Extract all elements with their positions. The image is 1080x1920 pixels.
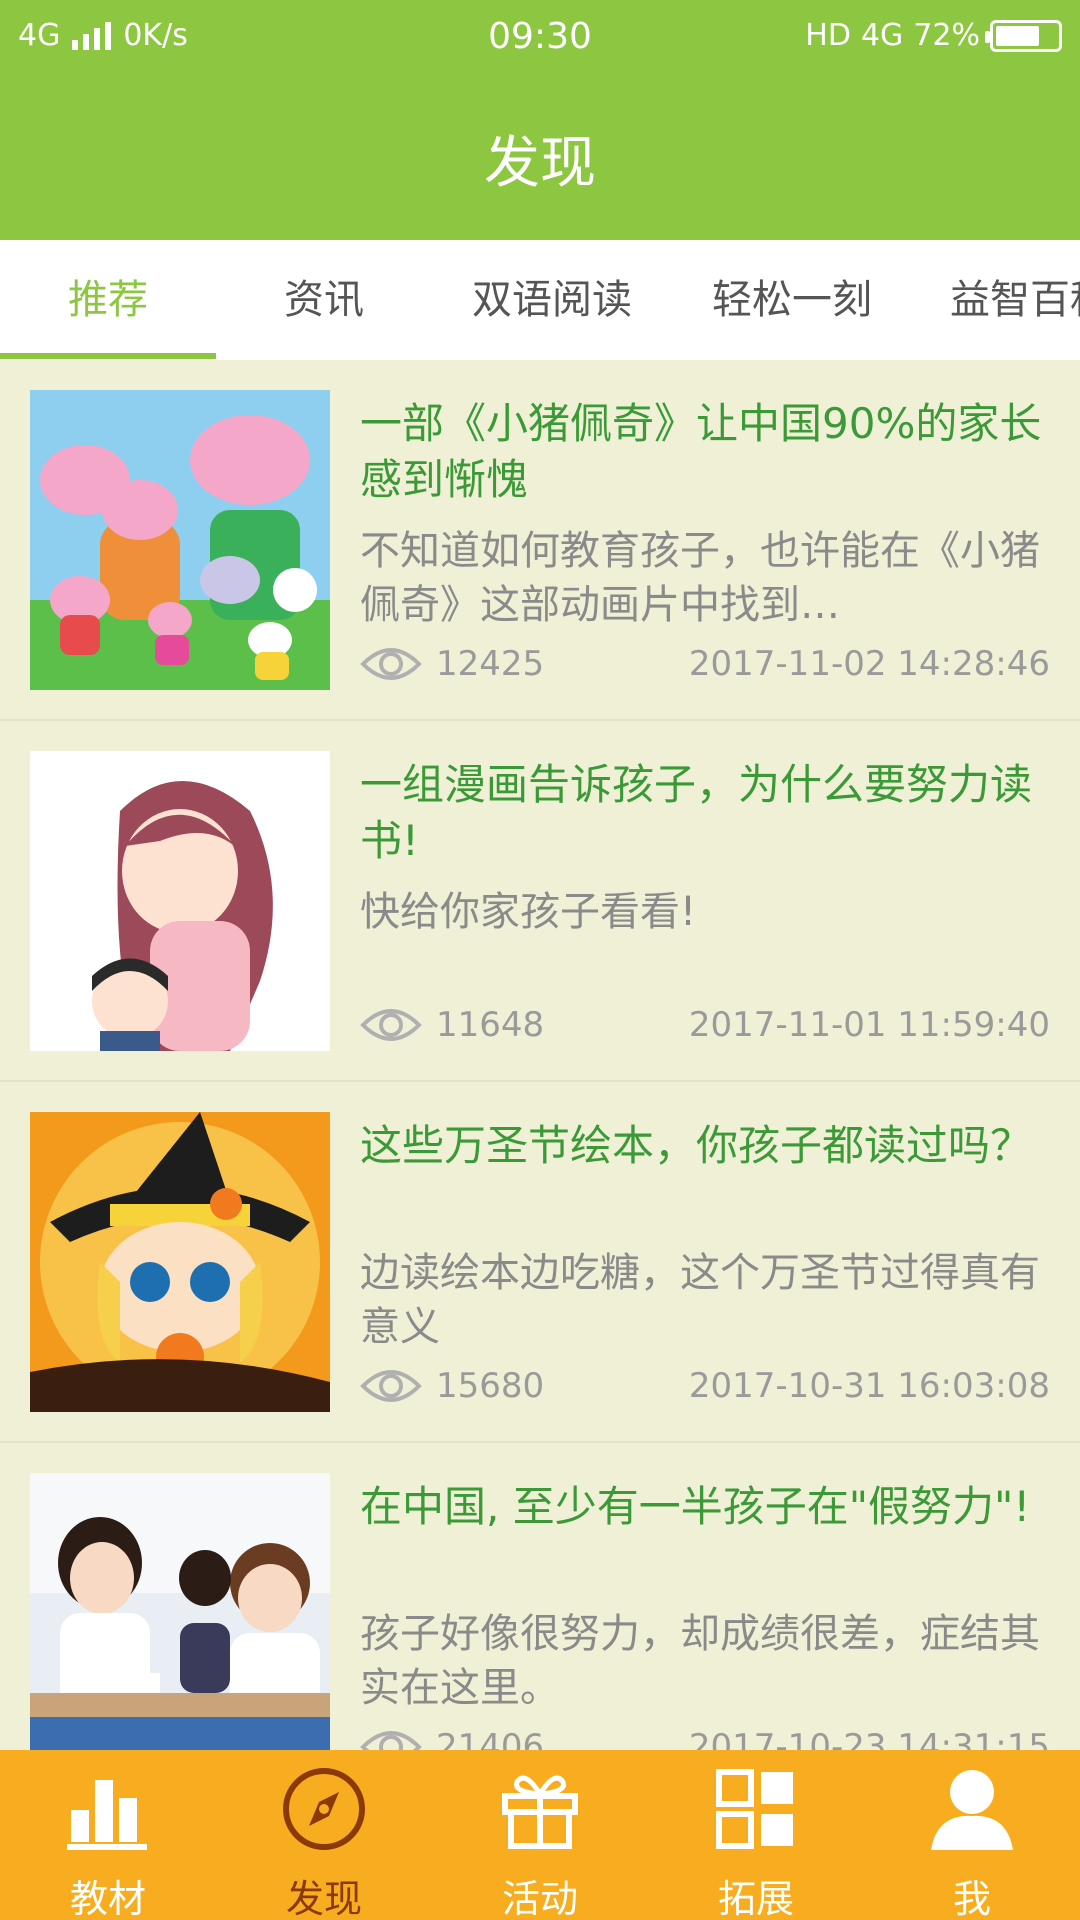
bar-chart-icon: [67, 1780, 147, 1850]
tab-news[interactable]: 资讯: [216, 240, 432, 360]
nav-extension[interactable]: 拓展: [648, 1750, 864, 1920]
article-summary: 孩子好像很努力，却成绩很差，症结其实在这里。: [360, 1611, 1040, 1711]
grid-icon: [716, 1769, 793, 1849]
publish-date: 2017-10-31 16:03:08: [688, 1366, 1050, 1406]
article-summary: 不知道如何教育孩子，也许能在《小猪佩奇》这部动画片中找到…: [360, 528, 1040, 628]
tab-encyclopedia[interactable]: 益智百科: [912, 240, 1080, 360]
article-summary: 边读绘本边吃糖，这个万圣节过得真有意义: [360, 1250, 1040, 1350]
article-thumbnail: [30, 1473, 330, 1750]
article-meta: 21406 2017-10-23 14:31:15: [360, 1723, 1050, 1750]
article-summary: 快给你家孩子看看!: [360, 889, 697, 935]
publish-date: 2017-11-01 11:59:40: [688, 1005, 1050, 1045]
article-list[interactable]: 一部《小猪佩奇》让中国90%的家长感到惭愧 不知道如何教育孩子，也许能在《小猪佩…: [0, 360, 1080, 1750]
status-right: HD 4G 72%: [805, 18, 1062, 53]
eye-icon: [360, 1370, 422, 1402]
article-item[interactable]: 一部《小猪佩奇》让中国90%的家长感到惭愧 不知道如何教育孩子，也许能在《小猪佩…: [0, 360, 1080, 721]
page-title: 发现: [484, 131, 596, 196]
nav-label: 活动: [501, 1877, 578, 1920]
publish-date: 2017-10-23 14:31:15: [688, 1727, 1050, 1750]
compass-icon: [283, 1768, 365, 1850]
nav-textbook[interactable]: 教材: [0, 1750, 216, 1920]
tab-recommend[interactable]: 推荐: [0, 240, 216, 360]
article-title: 在中国, 至少有一半孩子在"假努力"!: [360, 1482, 1031, 1531]
article-item[interactable]: 一组漫画告诉孩子，为什么要努力读书! 快给你家孩子看看! 11648 2017-…: [0, 721, 1080, 1082]
view-count: 21406: [436, 1727, 545, 1750]
nav-label: 我: [952, 1877, 991, 1920]
article-title: 一组漫画告诉孩子，为什么要努力读书!: [360, 760, 1033, 865]
battery-percent: 72%: [913, 18, 980, 53]
category-tabs: 推荐 资讯 双语阅读 轻松一刻 益智百科: [0, 240, 1080, 360]
battery-icon: [985, 19, 1062, 52]
nav-activity[interactable]: 活动: [432, 1750, 648, 1920]
nav-discover[interactable]: 发现: [216, 1750, 432, 1920]
network-type-right: 4G: [860, 18, 904, 53]
gift-icon: [502, 1775, 578, 1849]
article-meta: 15680 2017-10-31 16:03:08: [360, 1362, 1050, 1412]
eye-icon: [360, 1009, 422, 1041]
publish-date: 2017-11-02 14:28:46: [688, 644, 1050, 684]
article-item[interactable]: 在中国, 至少有一半孩子在"假努力"! 孩子好像很努力，却成绩很差，症结其实在这…: [0, 1443, 1080, 1750]
article-thumbnail: [30, 751, 330, 1051]
status-bar: 4G 0K/s 09:30 HD 4G 72%: [0, 0, 1080, 75]
bottom-navigation: 教材 发现 活动 拓展 我: [0, 1750, 1080, 1920]
article-title: 这些万圣节绘本，你孩子都读过吗？: [360, 1121, 1033, 1170]
article-thumbnail: [30, 390, 330, 690]
nav-label: 拓展: [717, 1877, 794, 1920]
article-title: 一部《小猪佩奇》让中国90%的家长感到惭愧: [360, 399, 1042, 504]
article-thumbnail: [30, 1112, 330, 1412]
tab-relax[interactable]: 轻松一刻: [672, 240, 912, 360]
article-meta: 11648 2017-11-01 11:59:40: [360, 1001, 1050, 1051]
article-item[interactable]: 这些万圣节绘本，你孩子都读过吗？ 边读绘本边吃糖，这个万圣节过得真有意义 156…: [0, 1082, 1080, 1443]
tab-bilingual-reading[interactable]: 双语阅读: [432, 240, 672, 360]
view-count: 12425: [436, 644, 545, 684]
article-meta: 12425 2017-11-02 14:28:46: [360, 640, 1050, 690]
view-count: 11648: [436, 1005, 545, 1045]
app-header: 4G 0K/s 09:30 HD 4G 72% 发现: [0, 0, 1080, 240]
nav-label: 教材: [69, 1877, 146, 1920]
hd-indicator: HD: [805, 18, 851, 53]
eye-icon: [360, 1731, 422, 1750]
view-count: 15680: [436, 1366, 545, 1406]
eye-icon: [360, 648, 422, 680]
user-icon: [931, 1770, 1013, 1850]
active-tab-indicator: [0, 353, 216, 359]
nav-label: 发现: [285, 1877, 362, 1920]
nav-me[interactable]: 我: [864, 1750, 1080, 1920]
